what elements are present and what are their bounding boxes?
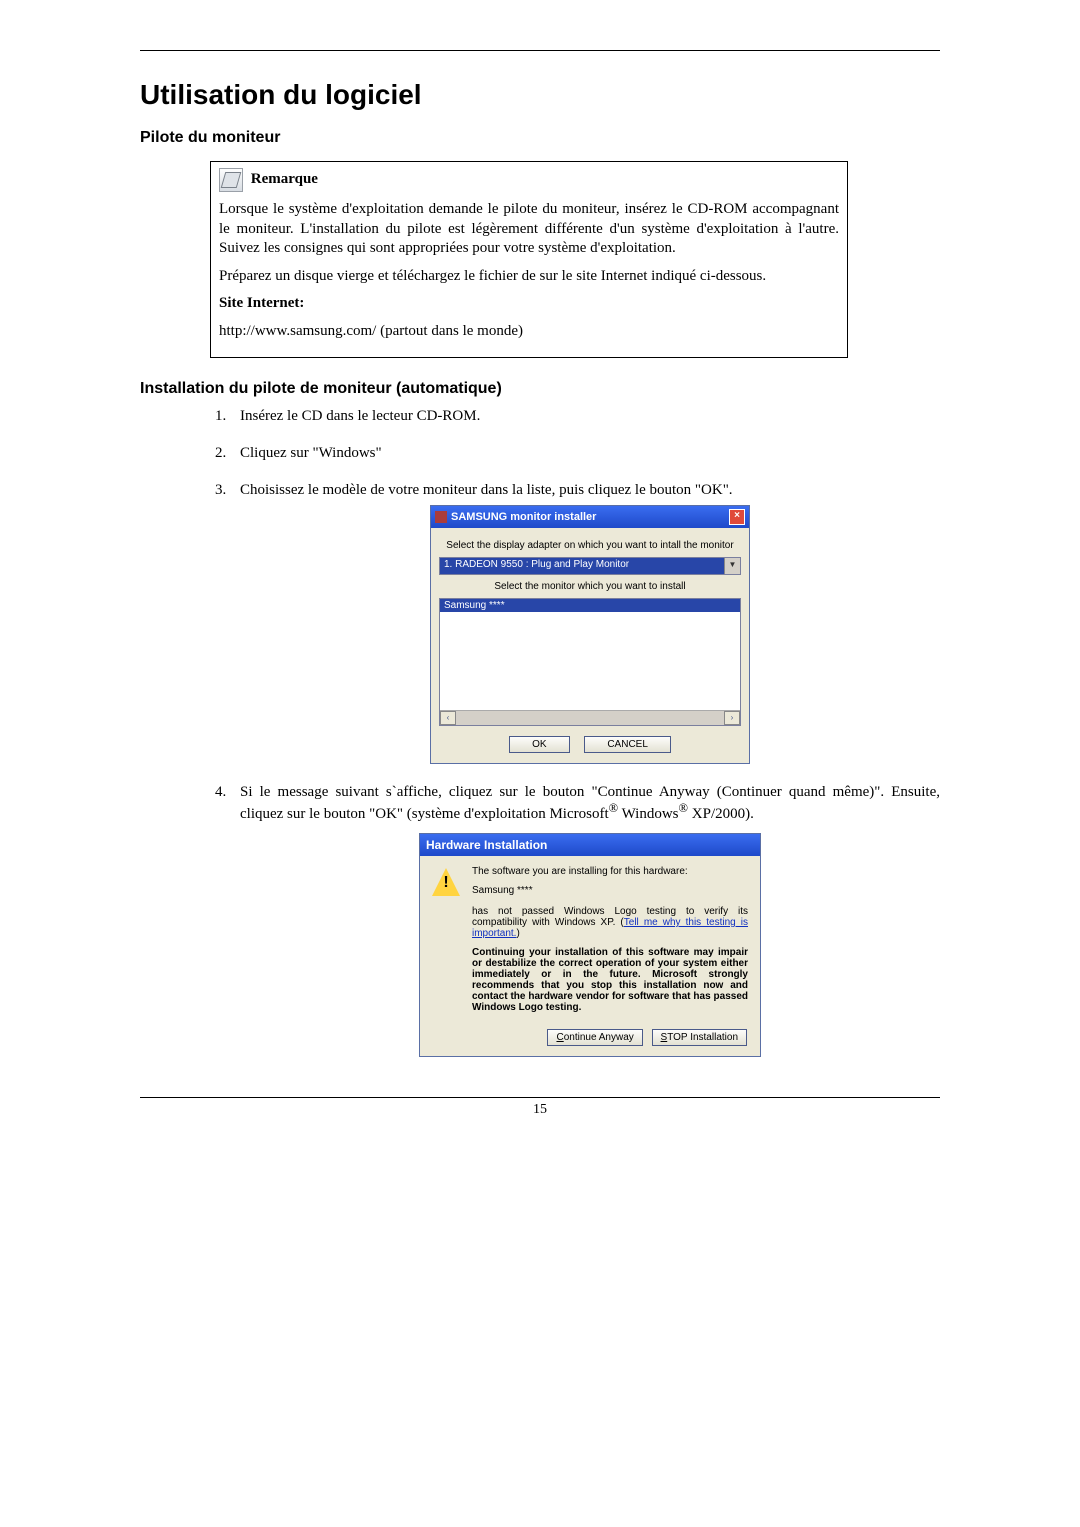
- top-rule: [140, 50, 940, 51]
- adapter-dropdown[interactable]: 1. RADEON 9550 : Plug and Play Monitor ▼: [439, 557, 741, 575]
- hw-line2: has not passed Windows Logo testing to v…: [472, 906, 748, 939]
- horizontal-scrollbar[interactable]: ‹ ›: [440, 710, 740, 725]
- stop-rest: TOP Installation: [667, 1032, 738, 1043]
- cancel-button[interactable]: CANCEL: [584, 736, 671, 753]
- monitor-item-selected[interactable]: Samsung ****: [440, 599, 740, 612]
- note-paragraph-2: Préparez un disque vierge et téléchargez…: [219, 267, 839, 287]
- step-3: Choisissez le modèle de votre moniteur d…: [230, 482, 940, 764]
- app-icon: [435, 511, 447, 523]
- reg-mark-2: ®: [679, 801, 689, 815]
- hw-line1: The software you are installing for this…: [472, 866, 748, 877]
- hw-bold-warning: Continuing your installation of this sof…: [472, 947, 748, 1013]
- warning-icon: !: [432, 868, 460, 896]
- steps-list: Insérez le CD dans le lecteur CD-ROM. Cl…: [230, 408, 940, 1057]
- chevron-down-icon[interactable]: ▼: [724, 558, 740, 574]
- scroll-track[interactable]: [456, 711, 724, 725]
- page-title: Utilisation du logiciel: [140, 79, 940, 111]
- scroll-left-icon[interactable]: ‹: [440, 711, 456, 725]
- site-internet-label: Site Internet:: [219, 294, 839, 314]
- step-4-text-b: Windows: [618, 806, 678, 822]
- page-number: 15: [533, 1102, 547, 1117]
- step-4: Si le message suivant s`affiche, cliquez…: [230, 784, 940, 1057]
- hw-line2b: ): [516, 928, 519, 939]
- scroll-right-icon[interactable]: ›: [724, 711, 740, 725]
- note-box: Remarque Lorsque le système d'exploitati…: [210, 161, 848, 358]
- step-2: Cliquez sur "Windows": [230, 445, 940, 462]
- note-label: Remarque: [251, 170, 318, 190]
- note-paragraph-1: Lorsque le système d'exploitation demand…: [219, 200, 839, 259]
- ok-button[interactable]: OK: [509, 736, 569, 753]
- hw-name: Samsung ****: [472, 885, 748, 896]
- dialog-title: SAMSUNG monitor installer: [451, 511, 729, 523]
- monitor-listbox[interactable]: Samsung **** ‹ ›: [439, 598, 741, 726]
- warning-bang: !: [432, 874, 460, 892]
- installer-dialog: SAMSUNG monitor installer × Select the d…: [430, 505, 750, 764]
- step-1: Insérez le CD dans le lecteur CD-ROM.: [230, 408, 940, 425]
- page-footer: 15: [140, 1097, 940, 1118]
- step-4-text-c: XP/2000).: [688, 806, 754, 822]
- hw-dialog-titlebar[interactable]: Hardware Installation: [420, 834, 760, 856]
- note-icon: [219, 168, 243, 192]
- dialog-titlebar[interactable]: SAMSUNG monitor installer ×: [431, 506, 749, 528]
- continue-anyway-button[interactable]: Continue Anyway: [547, 1029, 642, 1046]
- hardware-install-dialog: Hardware Installation ! The software you…: [419, 833, 761, 1057]
- continue-underline: C: [556, 1032, 563, 1043]
- section-heading-install: Installation du pilote de moniteur (auto…: [140, 380, 940, 398]
- step-3-text: Choisissez le modèle de votre moniteur d…: [240, 482, 733, 498]
- stop-installation-button[interactable]: STOP Installation: [652, 1029, 747, 1046]
- installer-instruction-1: Select the display adapter on which you …: [439, 540, 741, 551]
- close-icon[interactable]: ×: [729, 509, 745, 525]
- section-heading-driver: Pilote du moniteur: [140, 129, 940, 147]
- site-url: http://www.samsung.com/ (partout dans le…: [219, 322, 839, 342]
- installer-instruction-2: Select the monitor which you want to ins…: [439, 581, 741, 592]
- reg-mark-1: ®: [609, 801, 619, 815]
- step-4-text-a: Si le message suivant s`affiche, cliquez…: [240, 784, 940, 822]
- continue-rest: ontinue Anyway: [564, 1032, 634, 1043]
- adapter-selected: 1. RADEON 9550 : Plug and Play Monitor: [440, 558, 724, 574]
